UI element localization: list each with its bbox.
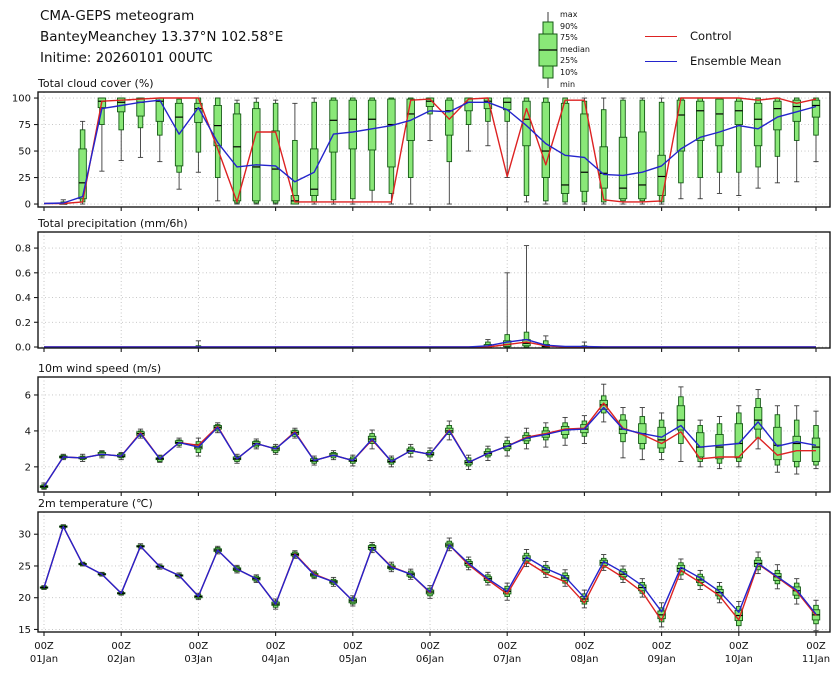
y-tick-label: 25 bbox=[18, 561, 31, 572]
box-25-75 bbox=[716, 99, 724, 146]
x-tick-date-label: 01Jan bbox=[30, 654, 58, 665]
x-tick-time-label: 00Z bbox=[34, 641, 54, 652]
box-25-75 bbox=[735, 101, 743, 124]
y-tick-label: 30 bbox=[18, 530, 31, 541]
panel-3: 2m temperature (℃) 15 20 25 30 bbox=[18, 497, 830, 636]
panel-frame bbox=[38, 512, 830, 632]
x-tick-date-label: 11Jan bbox=[802, 654, 830, 665]
box-25-75 bbox=[561, 103, 569, 193]
y-tick-label: 4 bbox=[25, 426, 31, 437]
y-tick-label: 0.2 bbox=[15, 318, 31, 329]
panel-frame bbox=[38, 232, 830, 348]
x-tick-date-label: 07Jan bbox=[493, 654, 521, 665]
box-25-75 bbox=[330, 100, 338, 152]
panel-title-1: Total precipitation (mm/6h) bbox=[37, 217, 188, 230]
panel-title-2: 10m wind speed (m/s) bbox=[38, 362, 161, 375]
y-tick-label: 25 bbox=[18, 173, 31, 184]
panel-2: 10m wind speed (m/s) 2 4 6 bbox=[25, 362, 830, 496]
x-tick-date-label: 03Jan bbox=[184, 654, 212, 665]
x-tick-date-label: 05Jan bbox=[339, 654, 367, 665]
x-tick-time-label: 00Z bbox=[189, 641, 209, 652]
y-tick-label: 100 bbox=[12, 94, 31, 105]
box-25-75 bbox=[793, 436, 801, 461]
x-tick-time-label: 00Z bbox=[111, 641, 131, 652]
box-25-75 bbox=[812, 438, 820, 461]
box-25-75 bbox=[639, 132, 647, 199]
box-25-75 bbox=[619, 137, 627, 198]
x-tick-time-label: 00Z bbox=[420, 641, 440, 652]
x-tick-time-label: 00Z bbox=[497, 641, 517, 652]
panel-title-3: 2m temperature (℃) bbox=[38, 497, 153, 510]
x-tick-time-label: 00Z bbox=[575, 641, 595, 652]
y-tick-label: 0.6 bbox=[15, 268, 31, 279]
y-tick-label: 50 bbox=[18, 147, 31, 158]
y-tick-label: 0 bbox=[25, 200, 31, 211]
y-tick-label: 75 bbox=[18, 120, 31, 131]
meteogram-figure: CMA-GEPS meteogram BanteyMeanchey 13.37°… bbox=[0, 0, 839, 680]
x-tick-time-label: 00Z bbox=[729, 641, 749, 652]
x-tick-date-label: 04Jan bbox=[262, 654, 290, 665]
x-tick-date-label: 08Jan bbox=[570, 654, 598, 665]
x-tick-date-label: 02Jan bbox=[107, 654, 135, 665]
y-tick-label: 20 bbox=[18, 593, 31, 604]
box-25-75 bbox=[349, 100, 357, 149]
box-25-75 bbox=[600, 147, 608, 188]
x-tick-time-label: 00Z bbox=[806, 641, 826, 652]
box-25-75 bbox=[581, 114, 589, 191]
box-25-75 bbox=[754, 103, 762, 145]
box-25-75 bbox=[774, 101, 782, 130]
box-25-75 bbox=[253, 109, 260, 201]
box-25-75 bbox=[368, 100, 376, 150]
y-tick-label: 0.0 bbox=[15, 343, 31, 354]
panel-0: Total cloud cover (%) 0 25 50 75 100 bbox=[12, 77, 830, 211]
x-tick-time-label: 00Z bbox=[343, 641, 363, 652]
x-tick-time-label: 00Z bbox=[266, 641, 286, 652]
y-tick-label: 0.4 bbox=[15, 293, 31, 304]
panel-frame bbox=[38, 377, 830, 492]
x-tick-date-label: 06Jan bbox=[416, 654, 444, 665]
x-tick-date-label: 10Jan bbox=[725, 654, 753, 665]
box-25-75 bbox=[812, 100, 820, 117]
box-25-75 bbox=[233, 114, 241, 201]
box-25-75 bbox=[542, 102, 550, 177]
box-25-75 bbox=[696, 101, 704, 140]
x-tick-date-label: 09Jan bbox=[648, 654, 676, 665]
box-25-75 bbox=[677, 100, 685, 151]
y-tick-label: 6 bbox=[25, 390, 31, 401]
x-tick-time-label: 00Z bbox=[652, 641, 672, 652]
y-tick-label: 0.8 bbox=[15, 244, 31, 255]
panel-title-0: Total cloud cover (%) bbox=[37, 77, 154, 90]
y-tick-label: 15 bbox=[18, 625, 31, 636]
box-25-75 bbox=[388, 99, 396, 167]
y-tick-label: 2 bbox=[25, 462, 31, 473]
panel-1: Total precipitation (mm/6h) 0.0 0.2 0.4 0.6 0… bbox=[15, 217, 830, 354]
box-25-75 bbox=[446, 100, 454, 135]
meteogram-panels: Total cloud cover (%) 0 25 50 75 100 Total pre… bbox=[0, 0, 839, 680]
box-25-75 bbox=[137, 98, 145, 116]
